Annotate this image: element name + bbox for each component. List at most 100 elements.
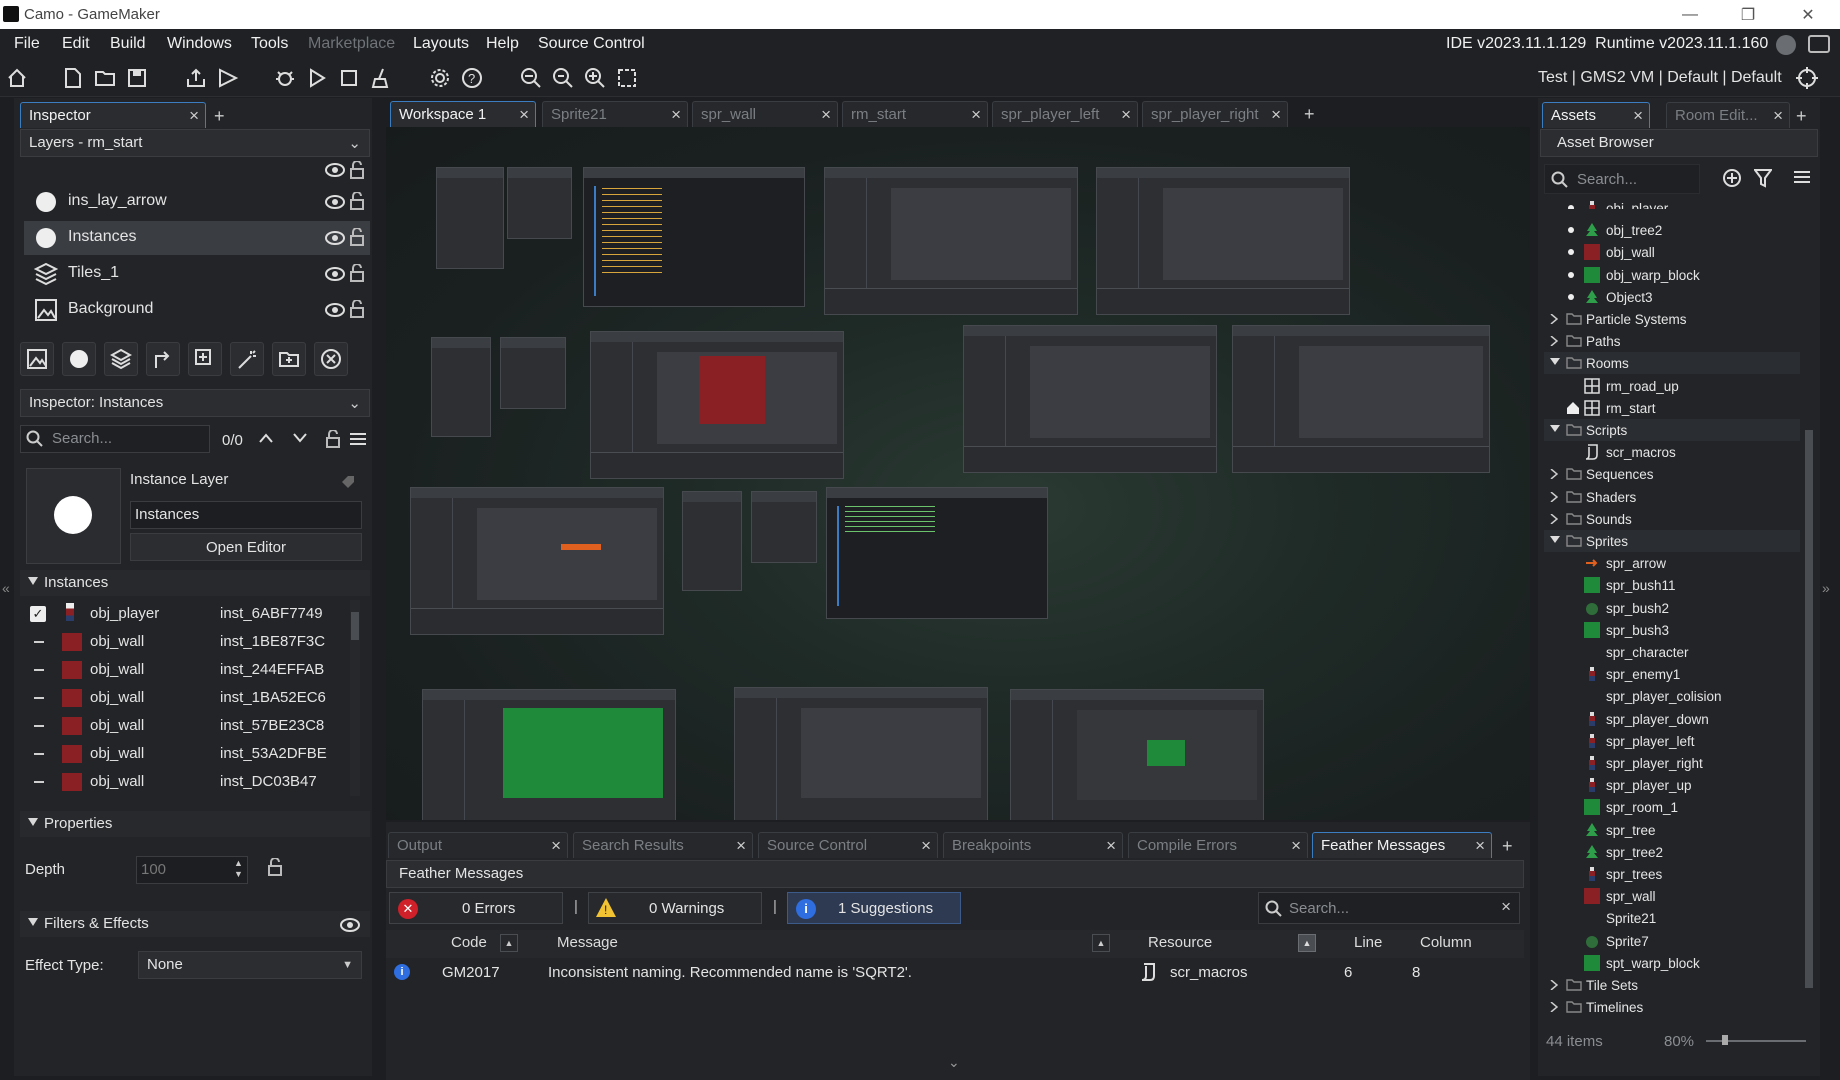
filters-effects-section-header[interactable]: Filters & Effects [20,911,370,937]
add-tab-icon[interactable]: + [214,106,225,127]
asset-item[interactable]: spr_wall [1544,885,1800,907]
checkbox-indeterminate[interactable] [34,781,44,783]
chevron-right-icon[interactable] [1550,492,1558,502]
zoom-in-icon[interactable] [582,65,608,91]
close-icon[interactable]: × [1633,106,1643,126]
column-resource[interactable]: Resource [1148,934,1212,951]
errors-filter-button[interactable]: ✕ 0 Errors [389,892,563,924]
editor-window-thumbnail[interactable] [431,337,491,437]
layer-name-field[interactable]: Instances [130,501,362,529]
tab-inspector[interactable]: Inspector × [20,102,206,128]
tab-room-editor[interactable]: Room Edit... × [1666,102,1790,128]
add-tab-icon[interactable]: + [1502,836,1513,857]
eye-icon[interactable] [325,303,345,317]
feather-search-box[interactable]: Search... × [1258,892,1520,924]
close-icon[interactable]: × [1271,105,1281,125]
close-icon[interactable]: × [519,105,529,125]
asset-tree-scrollbar[interactable] [1804,200,1814,1000]
checkbox-indeterminate[interactable] [34,669,44,671]
tab-sprite21[interactable]: Sprite21 × [542,101,688,127]
tab-search-results[interactable]: Search Results × [573,832,753,858]
close-icon[interactable]: × [736,836,746,856]
asset-item[interactable]: Sprite21 [1544,907,1800,929]
sprite-editor-thumbnail[interactable] [1096,167,1350,315]
zoom-slider[interactable] [1706,1035,1806,1045]
layers-dropdown[interactable]: Layers - rm_start ⌄ [20,129,370,157]
asset-item[interactable]: Object3 [1544,286,1800,308]
sprite-editor-thumbnail[interactable] [410,487,664,635]
create-executable-icon[interactable] [215,65,241,91]
add-tab-icon[interactable]: + [1304,104,1315,125]
asset-item[interactable]: obj_tree2 [1544,219,1800,241]
eye-icon[interactable] [325,195,345,209]
asset-item[interactable]: spr_player_down [1544,708,1800,730]
close-icon[interactable]: × [189,106,199,126]
menu-build[interactable]: Build [110,35,146,53]
menu-windows[interactable]: Windows [167,35,232,53]
chevron-down-icon[interactable] [1550,425,1560,433]
menu-icon[interactable] [1794,170,1810,184]
asset-item[interactable]: spr_arrow [1544,552,1800,574]
chevron-right-icon[interactable] [1550,514,1558,524]
instance-row[interactable]: obj_wall inst_1BE87F3C [24,628,354,656]
checkbox-indeterminate[interactable] [34,641,44,643]
close-icon[interactable]: × [1291,836,1301,856]
news-icon[interactable] [1808,35,1830,53]
chevron-right-icon[interactable] [1550,1002,1558,1012]
new-project-icon[interactable] [60,65,86,91]
asset-folder[interactable]: Rooms [1544,352,1800,374]
tab-source-control[interactable]: Source Control × [758,832,938,858]
editor-window-thumbnail[interactable] [507,167,572,239]
asset-item[interactable]: rm_start [1544,397,1800,419]
delete-layer-button[interactable] [314,342,348,376]
sprite-editor-thumbnail[interactable] [590,331,844,479]
depth-stepper[interactable]: ▲ ▼ [234,858,243,880]
editor-window-thumbnail[interactable] [500,337,566,409]
chevron-down-icon[interactable] [292,432,308,444]
asset-item[interactable]: spr_bush11 [1544,574,1800,596]
tab-breakpoints[interactable]: Breakpoints × [943,832,1123,858]
tab-rm_start[interactable]: rm_start × [842,101,988,127]
asset-item[interactable]: spr_enemy1 [1544,663,1800,685]
editor-window-thumbnail[interactable] [751,491,817,563]
suggestions-filter-button[interactable]: i 1 Suggestions [787,892,961,924]
add-effect-layer-button[interactable] [230,342,264,376]
asset-item[interactable]: spr_bush2 [1544,597,1800,619]
asset-folder[interactable]: Shaders [1544,486,1800,508]
effect-type-dropdown[interactable]: None ▼ [138,951,362,979]
asset-folder[interactable]: Tile Sets [1544,974,1800,996]
lock-icon[interactable] [326,430,340,448]
column-code[interactable]: Code [451,934,487,951]
column-message[interactable]: Message [557,934,618,951]
feather-search-input[interactable]: Search... [1289,900,1349,917]
checkbox-indeterminate[interactable] [34,697,44,699]
asset-item[interactable]: rm_road_up [1544,375,1800,397]
tab-feather-messages[interactable]: Feather Messages × [1312,832,1492,858]
instance-row[interactable]: obj_wall inst_53A2DFBE [24,740,354,768]
tab-spr_player_left[interactable]: spr_player_left × [992,101,1138,127]
properties-section-header[interactable]: Properties [20,811,370,837]
sprite-editor-thumbnail[interactable] [1010,689,1264,820]
menu-tools[interactable]: Tools [251,35,288,53]
instance-search-input[interactable]: Search... [52,430,112,447]
column-column[interactable]: Column [1420,934,1472,951]
instance-row[interactable]: obj_wall inst_244EFFAB [24,656,354,684]
clear-search-icon[interactable]: × [1501,897,1511,917]
editor-window-thumbnail[interactable] [436,167,504,269]
instance-row[interactable]: obj_wall inst_1BA52EC6 [24,684,354,712]
tab-output[interactable]: Output × [388,832,568,858]
checkbox-indeterminate[interactable] [34,753,44,755]
tab-assets[interactable]: Assets × [1542,102,1650,128]
menu-source-control[interactable]: Source Control [538,35,645,53]
close-icon[interactable]: × [551,836,561,856]
close-icon[interactable]: × [1475,836,1485,856]
help-icon[interactable]: ? [459,65,485,91]
instance-list-scrollbar[interactable] [350,600,360,796]
asset-folder[interactable]: Paths [1544,330,1800,352]
asset-folder[interactable]: Timelines [1544,996,1800,1018]
asset-item[interactable]: spr_player_up [1544,774,1800,796]
chevron-right-icon[interactable] [1550,980,1558,990]
close-icon[interactable]: × [1773,106,1783,126]
workspace-canvas[interactable] [386,127,1530,820]
asset-item[interactable]: obj_warp_block [1544,264,1800,286]
